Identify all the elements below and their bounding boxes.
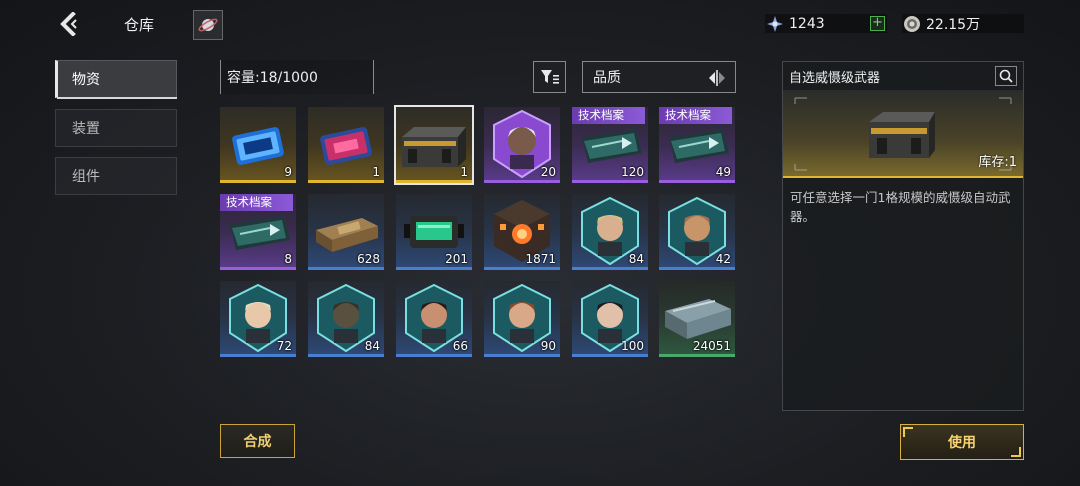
capacity-label: 容量:18/1000 — [220, 60, 374, 94]
item-quality-bar — [220, 180, 296, 183]
detail-item-image: 库存:1 — [783, 90, 1023, 178]
inventory-item[interactable]: 技术档案 8 — [220, 194, 296, 270]
planet-button[interactable] — [193, 10, 223, 40]
magnifier-icon — [999, 69, 1013, 83]
item-count: 84 — [364, 339, 380, 353]
inventory-item[interactable]: 技术档案 120 — [572, 107, 648, 183]
item-quality-bar — [572, 180, 648, 183]
inventory-item[interactable]: 20 — [484, 107, 560, 183]
item-quality-bar — [484, 180, 560, 183]
item-count: 120 — [621, 165, 644, 179]
inventory-item[interactable]: 42 — [659, 194, 735, 270]
item-quality-bar — [572, 267, 648, 270]
item-quality-bar — [220, 267, 296, 270]
tab-devices[interactable]: 装置 — [55, 109, 177, 147]
item-count: 201 — [445, 252, 468, 266]
item-tag: 技术档案 — [659, 107, 732, 124]
crystal-amount: 1243 — [789, 15, 825, 32]
tab-label: 组件 — [72, 169, 100, 185]
inventory-item[interactable]: 1 — [308, 107, 384, 183]
top-bar: 仓库 1243 + 22.15万 — [0, 0, 1080, 48]
detail-title: 自选威慑级武器 — [789, 70, 881, 86]
sort-order-icon[interactable] — [707, 68, 727, 88]
inventory-item[interactable]: 84 — [308, 281, 384, 357]
item-quality-bar — [308, 354, 384, 357]
tab-label: 装置 — [72, 121, 100, 137]
use-button[interactable]: 使用 — [900, 424, 1024, 460]
detail-description: 可任意选择一门1格规模的威慑级自动武器。 — [790, 190, 1011, 224]
planet-icon — [198, 18, 218, 32]
item-quality-bar — [659, 267, 735, 270]
currency-coin: 22.15万 — [902, 14, 1024, 33]
add-crystal-button[interactable]: + — [870, 16, 885, 31]
inventory-item[interactable]: 1871 — [484, 194, 560, 270]
detail-stock: 库存:1 — [978, 155, 1017, 170]
item-count: 90 — [540, 339, 556, 353]
item-count: 8 — [284, 252, 292, 266]
inventory-item[interactable]: 201 — [396, 194, 472, 270]
item-count: 42 — [715, 252, 731, 266]
item-quality-bar — [308, 180, 384, 183]
item-tag: 技术档案 — [572, 107, 645, 124]
item-count: 24051 — [692, 339, 731, 353]
tab-label: 物资 — [72, 72, 100, 88]
back-button[interactable] — [52, 10, 86, 38]
item-quality-bar — [484, 267, 560, 270]
item-quality-bar — [659, 354, 735, 357]
item-count: 66 — [452, 339, 468, 353]
inventory-item[interactable]: 1 — [394, 105, 474, 185]
inventory-item[interactable]: 72 — [220, 281, 296, 357]
item-count: 9 — [284, 165, 292, 179]
item-quality-bar — [220, 354, 296, 357]
inventory-item[interactable]: 66 — [396, 281, 472, 357]
item-tag: 技术档案 — [220, 194, 293, 211]
tab-supplies[interactable]: 物资 — [55, 60, 177, 99]
inventory-item[interactable]: 90 — [484, 281, 560, 357]
inventory-item[interactable]: 9 — [220, 107, 296, 183]
sort-dropdown[interactable]: 品质 — [582, 61, 736, 93]
crystal-icon — [765, 14, 785, 34]
item-count: 1 — [460, 165, 468, 179]
item-quality-bar — [659, 180, 735, 183]
inventory-item[interactable]: 100 — [572, 281, 648, 357]
item-count: 1 — [372, 165, 380, 179]
sort-label: 品质 — [593, 70, 621, 86]
inventory-item[interactable]: 技术档案 49 — [659, 107, 735, 183]
coin-icon — [902, 14, 922, 34]
inventory-item[interactable]: 628 — [308, 194, 384, 270]
coin-amount: 22.15万 — [926, 16, 981, 33]
tab-components[interactable]: 组件 — [55, 157, 177, 195]
filter-button[interactable] — [533, 61, 566, 93]
item-count: 72 — [276, 339, 292, 353]
page-title: 仓库 — [124, 16, 155, 34]
item-count: 84 — [628, 252, 644, 266]
item-quality-bar — [396, 354, 472, 357]
inventory-item[interactable]: 84 — [572, 194, 648, 270]
item-detail-panel: 自选威慑级武器 库存:1 可任意选择一门1格规模的威慑级自动武器。 — [782, 61, 1024, 411]
item-count: 100 — [621, 339, 644, 353]
item-quality-bar — [308, 267, 384, 270]
item-count: 628 — [357, 252, 380, 266]
item-count: 20 — [540, 165, 556, 179]
item-count: 49 — [715, 165, 731, 179]
inventory-item[interactable]: 24051 — [659, 281, 735, 357]
filter-icon — [540, 70, 559, 84]
item-quality-bar — [396, 267, 472, 270]
item-quality-bar — [484, 354, 560, 357]
synthesize-button[interactable]: 合成 — [220, 424, 295, 458]
currency-crystal: 1243 + — [765, 14, 887, 33]
chevron-left-icon — [60, 12, 77, 36]
item-quality-bar — [572, 354, 648, 357]
inspect-button[interactable] — [995, 66, 1017, 86]
item-quality-bar — [396, 180, 472, 183]
inventory-grid: 9 1 1 20 技术档案 120 技术档案 49 技术档案 8 628 201 1871 84 42 72 8… — [220, 105, 740, 357]
item-count: 1871 — [525, 252, 556, 266]
